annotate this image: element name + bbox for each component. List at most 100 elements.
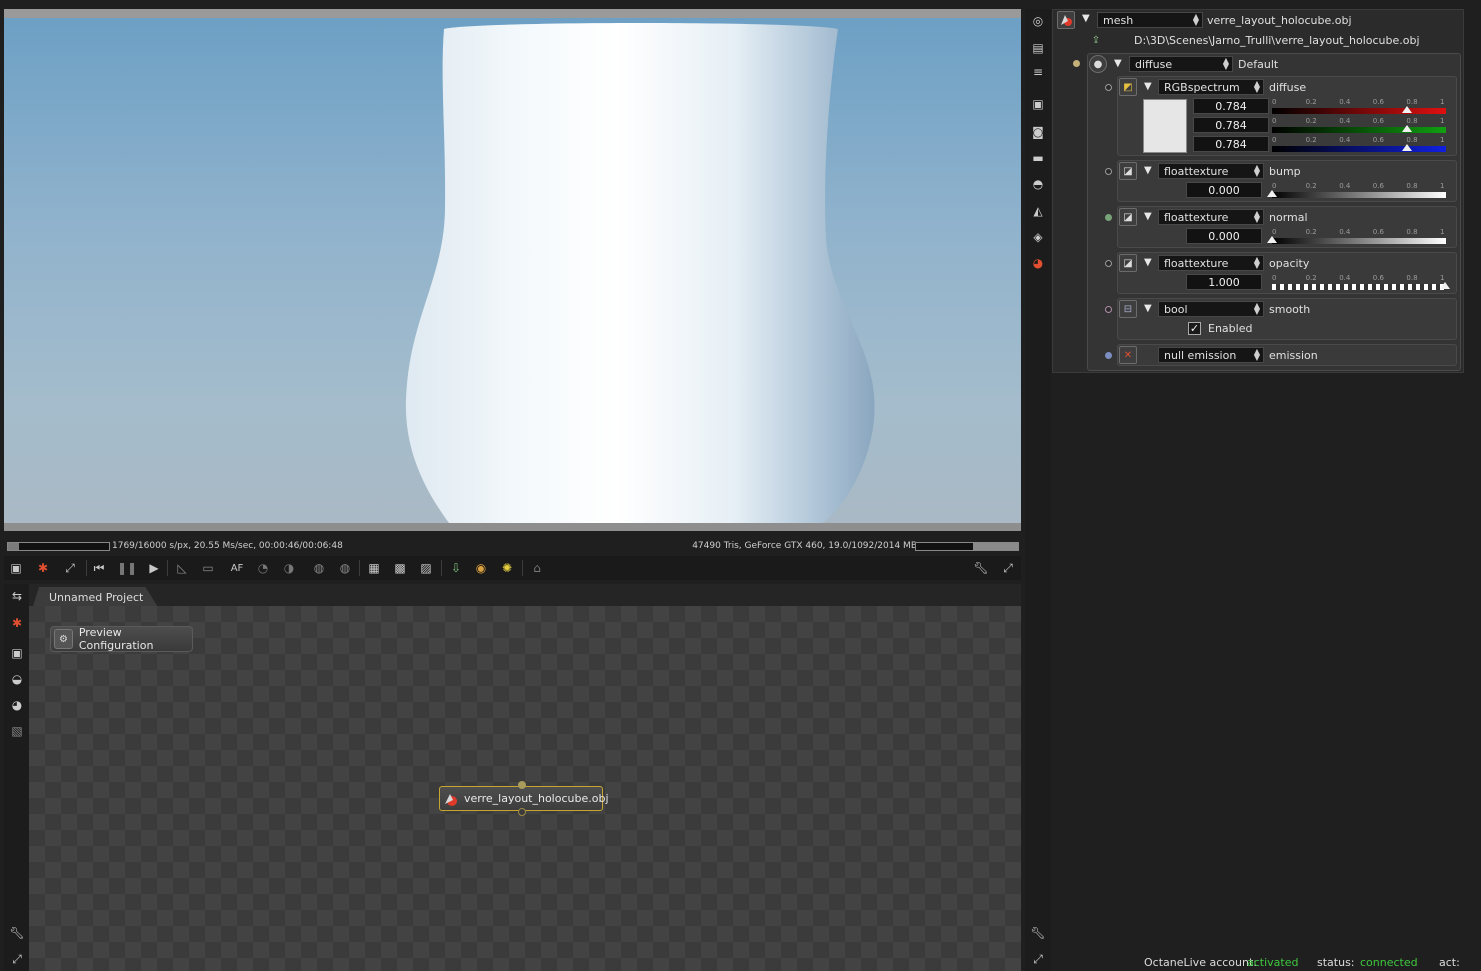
- subsample-4x-icon[interactable]: ▨: [417, 559, 435, 577]
- bump-value-field[interactable]: 0.000: [1186, 182, 1262, 198]
- restart-render-icon[interactable]: ⤢: [61, 559, 79, 577]
- inspector-wrench-icon[interactable]: 🔧︎: [1029, 924, 1047, 942]
- imager-icon[interactable]: ◭: [1029, 202, 1047, 220]
- environment-icon[interactable]: ◓: [1029, 175, 1047, 193]
- material-picker-icon[interactable]: ◑: [280, 559, 298, 577]
- rgb-texture-icon[interactable]: ◩: [1119, 78, 1137, 96]
- texture-icon[interactable]: ▧: [8, 722, 26, 740]
- bool-icon[interactable]: ⊟: [1119, 300, 1137, 318]
- layers-icon[interactable]: ▤: [1029, 39, 1047, 57]
- diffuse-b-field[interactable]: 0.784: [1193, 136, 1269, 152]
- render-target-icon[interactable]: ▣: [8, 644, 26, 662]
- diffuse-collapse-icon[interactable]: ▼: [1144, 81, 1152, 92]
- save-render-icon[interactable]: ▣: [7, 559, 25, 577]
- normal-collapse-icon[interactable]: ▼: [1144, 211, 1152, 222]
- wrench-icon[interactable]: 🔧︎: [972, 559, 990, 577]
- rewind-icon[interactable]: ⏮: [90, 559, 108, 577]
- material-type-dropdown[interactable]: diffuse ▲ ▼: [1129, 56, 1233, 72]
- tab-project[interactable]: Unnamed Project: [33, 587, 157, 606]
- mesh-type-dropdown[interactable]: mesh ▲ ▼: [1097, 12, 1203, 28]
- camera-icon[interactable]: ◎: [1029, 12, 1047, 30]
- mesh-node-input-pin[interactable]: [518, 781, 526, 789]
- image-icon[interactable]: ▣: [1029, 95, 1047, 113]
- lock-icon[interactable]: ⌂: [528, 559, 546, 577]
- display-icon[interactable]: ▭: [199, 559, 217, 577]
- diffuse-g-field[interactable]: 0.784: [1193, 117, 1269, 133]
- region-icon[interactable]: ◺: [173, 559, 191, 577]
- null-emission-icon[interactable]: ✕: [1119, 346, 1137, 364]
- normal-pin[interactable]: [1105, 214, 1112, 221]
- normal-texture-icon[interactable]: ◪: [1119, 208, 1137, 226]
- bump-type-dropdown[interactable]: floattexture ▲ ▼: [1158, 163, 1264, 179]
- opacity-slider[interactable]: 0 0.2 0.4 0.6 0.8 1: [1272, 274, 1450, 290]
- smooth-checkbox[interactable]: ✓: [1188, 322, 1201, 335]
- material-sphere-icon[interactable]: ●: [1089, 55, 1107, 73]
- smooth-pin[interactable]: [1105, 306, 1112, 313]
- bump-label: bump: [1269, 165, 1301, 178]
- inspector-fullscreen-icon[interactable]: ⤢: [1029, 950, 1047, 968]
- stop-render-icon[interactable]: ✱: [34, 559, 52, 577]
- fullscreen-icon[interactable]: ⤢: [999, 559, 1017, 577]
- diffuse-r-slider[interactable]: 0 0.2 0.4 0.6 0.8 1: [1272, 98, 1446, 114]
- account-value: activated: [1247, 956, 1299, 969]
- smooth-collapse-icon[interactable]: ▼: [1144, 303, 1152, 314]
- diffuse-b-slider[interactable]: 0 0.2 0.4 0.6 0.8 1: [1272, 136, 1446, 152]
- smooth-checkbox-label: Enabled: [1208, 322, 1253, 335]
- emission-type-dropdown[interactable]: null emission ▲ ▼: [1158, 347, 1264, 363]
- diffuse-type-dropdown[interactable]: RGBspectrum ▲ ▼: [1158, 79, 1264, 95]
- bump-slider[interactable]: 0 0.2 0.4 0.6 0.8 1: [1267, 182, 1446, 198]
- normal-value-field[interactable]: 0.000: [1186, 228, 1262, 244]
- material-icon[interactable]: ◕: [8, 696, 26, 714]
- camera-settings-icon[interactable]: ◙: [1029, 123, 1047, 141]
- opacity-texture-icon[interactable]: ◪: [1119, 254, 1137, 272]
- render-viewport[interactable]: [4, 9, 1021, 531]
- slider-ticks: 0 0.2 0.4 0.6 0.8 1: [1272, 136, 1445, 144]
- opacity-value-field[interactable]: 1.000: [1186, 274, 1262, 290]
- passes-icon[interactable]: ≡: [1029, 63, 1047, 81]
- film-icon[interactable]: ▬: [1029, 149, 1047, 167]
- material-collapse-icon[interactable]: ▼: [1114, 58, 1122, 69]
- diffuse-g-slider[interactable]: 0 0.2 0.4 0.6 0.8 1: [1272, 117, 1446, 133]
- subsample-off-icon[interactable]: ▦: [365, 559, 383, 577]
- graph-tab-bar: Unnamed Project: [29, 584, 1021, 606]
- normal-type-dropdown[interactable]: floattexture ▲ ▼: [1158, 209, 1264, 225]
- mesh-type-icon[interactable]: [1057, 11, 1075, 29]
- material-pin[interactable]: [1073, 60, 1080, 67]
- stop-icon[interactable]: ✱: [8, 614, 26, 632]
- color-picker-icon[interactable]: ◉: [472, 559, 490, 577]
- mesh-collapse-icon[interactable]: ▼: [1082, 13, 1090, 24]
- opacity-pin[interactable]: [1105, 260, 1112, 267]
- preview-configuration-node[interactable]: ⚙ Preview Configuration: [50, 626, 193, 652]
- clay-mode-icon[interactable]: ◍: [336, 559, 354, 577]
- bump-pin[interactable]: [1105, 168, 1112, 175]
- mesh-node[interactable]: verre_layout_holocube.obj: [439, 781, 609, 816]
- decal-icon[interactable]: ⇩: [447, 559, 465, 577]
- object-icon[interactable]: ◕: [1029, 254, 1047, 272]
- load-file-icon[interactable]: ⇪: [1087, 31, 1105, 49]
- bump-collapse-icon[interactable]: ▼: [1144, 165, 1152, 176]
- opacity-collapse-icon[interactable]: ▼: [1144, 257, 1152, 268]
- graph-wrench-icon[interactable]: 🔧︎: [8, 924, 26, 942]
- diffuse-r-field[interactable]: 0.784: [1193, 98, 1269, 114]
- subsample-2x-icon[interactable]: ▩: [391, 559, 409, 577]
- pause-icon[interactable]: ❚❚: [117, 559, 137, 577]
- node-graph-canvas[interactable]: ⚙ Preview Configuration verre_layout_hol…: [29, 606, 1021, 971]
- graph-fullscreen-icon[interactable]: ⤢: [8, 950, 26, 968]
- mesh-icon[interactable]: ◒: [8, 670, 26, 688]
- graph-tools-icon[interactable]: ⇆: [8, 587, 26, 605]
- postprocess-icon[interactable]: ◈: [1029, 228, 1047, 246]
- bump-texture-icon[interactable]: ◪: [1119, 162, 1137, 180]
- smooth-type-dropdown[interactable]: bool ▲ ▼: [1158, 301, 1264, 317]
- mesh-node-output-pin[interactable]: [518, 808, 526, 816]
- normal-label: normal: [1269, 211, 1308, 224]
- emission-pin[interactable]: [1105, 352, 1112, 359]
- lock-view-icon[interactable]: ◍: [310, 559, 328, 577]
- opacity-type-dropdown[interactable]: floattexture ▲ ▼: [1158, 255, 1264, 271]
- normal-slider[interactable]: 0 0.2 0.4 0.6 0.8 1: [1267, 228, 1446, 244]
- auto-focus-icon[interactable]: AF: [228, 559, 246, 577]
- diffuse-color-swatch[interactable]: [1143, 99, 1187, 153]
- white-balance-icon[interactable]: ◔: [254, 559, 272, 577]
- play-icon[interactable]: ▶: [145, 559, 163, 577]
- light-icon[interactable]: ✺: [498, 559, 516, 577]
- diffuse-pin[interactable]: [1105, 84, 1112, 91]
